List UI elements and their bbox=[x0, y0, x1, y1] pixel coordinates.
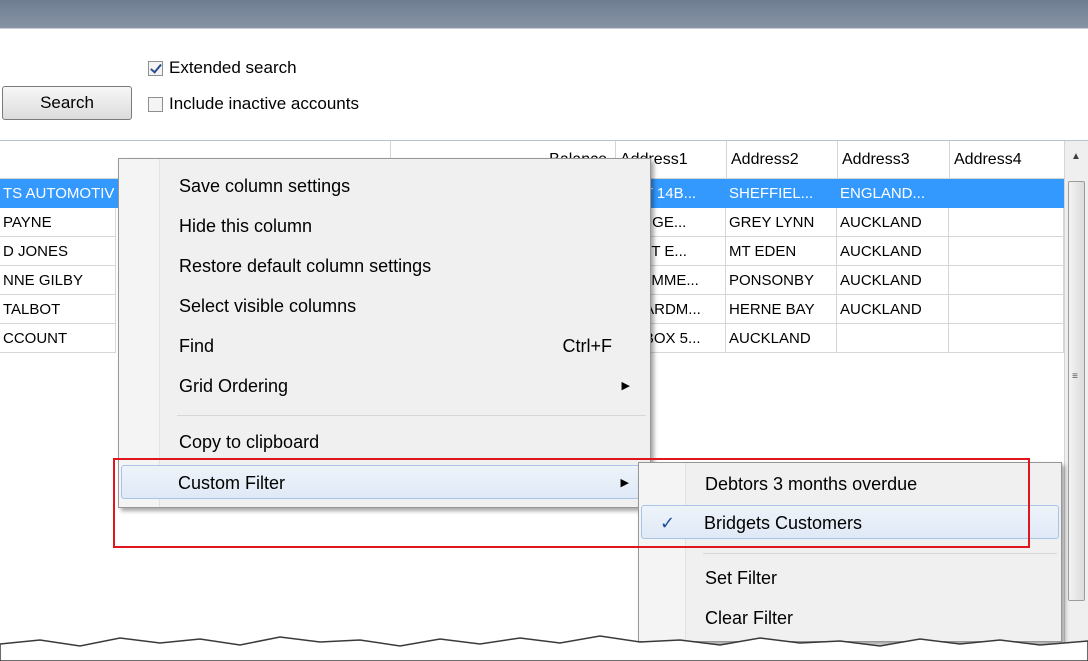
window-title-bar bbox=[0, 0, 1088, 28]
column-header-address3[interactable]: Address3 bbox=[837, 141, 949, 178]
filter-item-label: Bridgets Customers bbox=[704, 513, 863, 533]
menu-item-label: Save column settings bbox=[179, 176, 351, 196]
column-header-address2[interactable]: Address2 bbox=[726, 141, 837, 178]
submenu-arrow-icon: ▶ bbox=[620, 477, 629, 489]
table-cell[interactable]: AUCKLAND bbox=[837, 208, 949, 237]
table-cell[interactable]: SHEFFIEL... bbox=[726, 179, 837, 208]
table-cell[interactable] bbox=[949, 266, 1064, 295]
menu-item-label: Select visible columns bbox=[179, 296, 357, 316]
table-cell[interactable] bbox=[949, 208, 1064, 237]
menu-item-restore-default-columns[interactable]: Restore default column settings bbox=[121, 249, 648, 283]
table-cell[interactable] bbox=[949, 237, 1064, 266]
column-header-address4[interactable]: Address4 bbox=[949, 141, 1064, 178]
table-cell[interactable]: D JONES bbox=[0, 237, 116, 266]
table-cell[interactable]: CCOUNT bbox=[0, 324, 116, 353]
table-cell[interactable]: TS AUTOMOTIVE bbox=[0, 179, 116, 208]
find-shortcut: Ctrl+F bbox=[562, 336, 613, 356]
table-cell[interactable]: PAYNE bbox=[0, 208, 116, 237]
menu-item-copy-to-clipboard[interactable]: Copy to clipboard bbox=[121, 425, 648, 459]
table-cell[interactable]: NNE GILBY bbox=[0, 266, 116, 295]
extended-search-label: Extended search bbox=[169, 58, 297, 77]
table-cell[interactable]: AUCKLAND bbox=[837, 266, 949, 295]
scroll-up-arrow-icon[interactable]: ▲ bbox=[1071, 151, 1081, 162]
table-cell[interactable]: AUCKLAND bbox=[837, 295, 949, 324]
menu-item-hide-column[interactable]: Hide this column bbox=[121, 209, 648, 243]
grid-context-menu: Save column settings Hide this column Re… bbox=[118, 158, 651, 508]
table-cell[interactable] bbox=[949, 295, 1064, 324]
title-bar-divider bbox=[0, 28, 1088, 29]
table-cell[interactable] bbox=[949, 324, 1064, 353]
table-cell[interactable]: ENGLAND... bbox=[837, 179, 949, 208]
menu-item-grid-ordering[interactable]: Grid Ordering ▶ bbox=[121, 369, 648, 403]
table-cell[interactable]: MT EDEN bbox=[726, 237, 837, 266]
menu-separator bbox=[177, 415, 646, 416]
filter-item-label: Debtors 3 months overdue bbox=[705, 474, 918, 494]
menu-item-select-visible-columns[interactable]: Select visible columns bbox=[121, 289, 648, 323]
table-cell[interactable]: PONSONBY bbox=[726, 266, 837, 295]
menu-item-label: Hide this column bbox=[179, 216, 313, 236]
extended-search-option[interactable]: Extended search bbox=[148, 58, 297, 78]
filter-bridgets-customers[interactable]: ✓ Bridgets Customers bbox=[641, 505, 1059, 539]
vertical-scrollbar[interactable]: ▲ ≡ bbox=[1064, 141, 1088, 661]
scroll-thumb[interactable] bbox=[1068, 181, 1085, 601]
table-cell[interactable] bbox=[837, 324, 949, 353]
scroll-grip-icon: ≡ bbox=[1072, 371, 1078, 382]
search-button[interactable]: Search bbox=[2, 86, 132, 120]
table-cell[interactable]: TALBOT bbox=[0, 295, 116, 324]
submenu-separator bbox=[703, 553, 1057, 554]
extended-search-checkbox[interactable] bbox=[148, 60, 163, 76]
menu-item-save-column-settings[interactable]: Save column settings bbox=[121, 169, 648, 203]
filter-set-filter[interactable]: Set Filter bbox=[641, 561, 1059, 595]
filter-debtors-3-months-overdue[interactable]: Debtors 3 months overdue bbox=[641, 467, 1059, 501]
include-inactive-checkbox[interactable] bbox=[148, 96, 163, 112]
torn-edge-decoration bbox=[0, 635, 1088, 661]
submenu-arrow-icon: ▶ bbox=[621, 380, 630, 392]
table-cell[interactable] bbox=[949, 179, 1064, 208]
table-cell[interactable]: AUCKLAND bbox=[837, 237, 949, 266]
include-inactive-option[interactable]: Include inactive accounts bbox=[148, 94, 359, 114]
menu-item-find[interactable]: Find Ctrl+F bbox=[121, 329, 648, 363]
menu-item-label: Custom Filter bbox=[178, 473, 286, 493]
table-cell[interactable]: GREY LYNN bbox=[726, 208, 837, 237]
menu-item-label: Restore default column settings bbox=[179, 256, 432, 276]
filter-item-label: Set Filter bbox=[705, 568, 778, 588]
table-cell[interactable]: AUCKLAND bbox=[726, 324, 837, 353]
checkmark-icon: ✓ bbox=[660, 513, 676, 533]
include-inactive-label: Include inactive accounts bbox=[169, 94, 359, 113]
menu-item-label: Find bbox=[179, 336, 215, 356]
custom-filter-submenu: Debtors 3 months overdue ✓ Bridgets Cust… bbox=[638, 462, 1062, 642]
menu-item-label: Grid Ordering bbox=[179, 376, 289, 396]
table-cell[interactable]: HERNE BAY bbox=[726, 295, 837, 324]
menu-item-label: Copy to clipboard bbox=[179, 432, 320, 452]
menu-item-custom-filter[interactable]: Custom Filter ▶ bbox=[121, 465, 648, 499]
